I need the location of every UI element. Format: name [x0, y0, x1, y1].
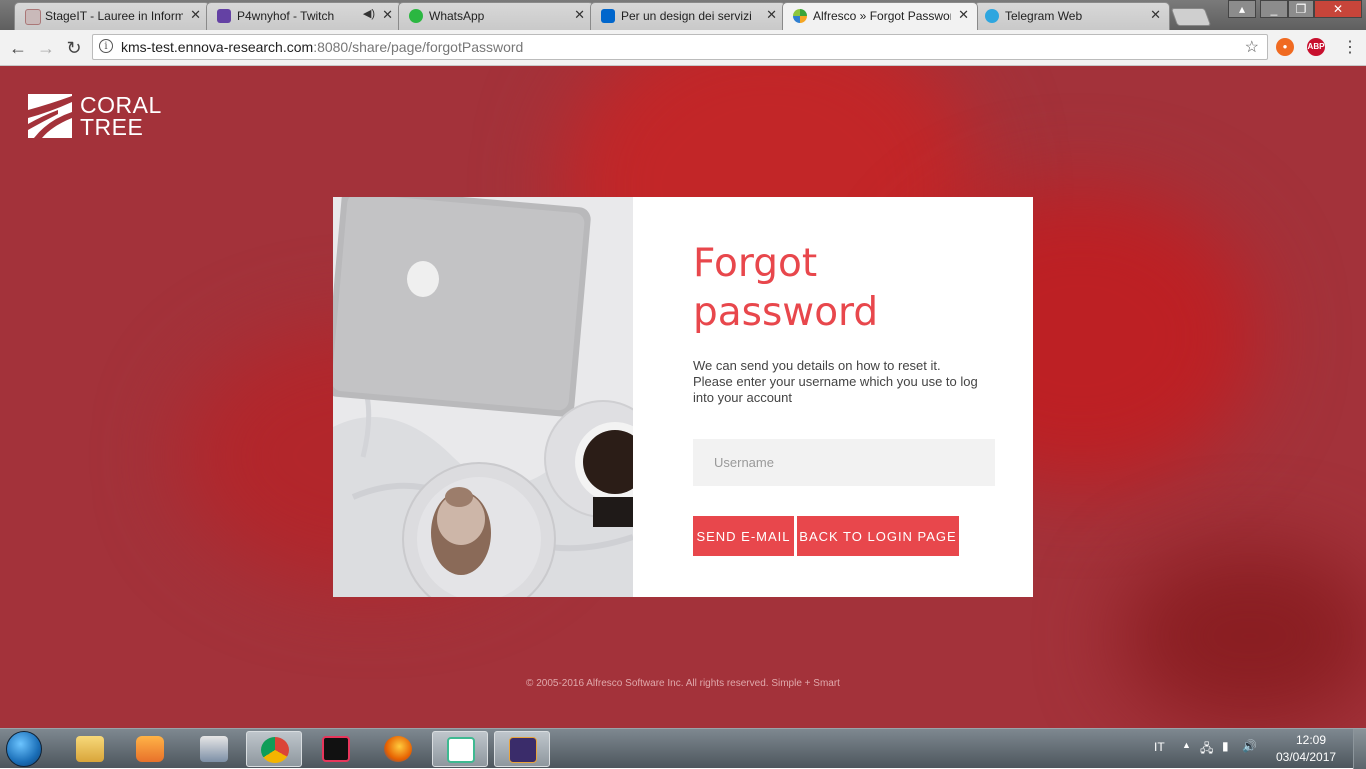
tab-title: Per un design dei servizi	[621, 9, 752, 23]
speaker-icon[interactable]: ◀)	[363, 7, 375, 20]
close-window-icon[interactable]: ✕	[1314, 0, 1362, 18]
maximize-icon[interactable]: ❐	[1288, 0, 1314, 18]
twitch-icon	[217, 9, 231, 23]
logo-line-1: CORAL	[80, 92, 162, 118]
media-player-icon	[136, 736, 164, 762]
instructions-line-2: Please enter your username which you use…	[693, 374, 978, 389]
laptop-coffee-cake-illustration	[333, 197, 633, 597]
page-viewport: CORAL TREE Forgot password We can send y…	[0, 66, 1366, 728]
tab-telegram[interactable]: Telegram Web ✕	[974, 2, 1170, 30]
close-icon[interactable]: ✕	[574, 7, 585, 23]
system-tray: IT ▲ 🖧 ▮ 🔊 12:09 03/04/2017	[1146, 729, 1366, 769]
close-icon[interactable]: ✕	[1150, 7, 1161, 23]
footer-copyright: © 2005-2016 Alfresco Software Inc. All r…	[526, 678, 840, 689]
clock-time[interactable]: 12:09	[1296, 733, 1326, 747]
show-desktop-button[interactable]	[1353, 729, 1366, 769]
taskbar-chrome[interactable]	[246, 731, 302, 767]
back-icon[interactable]: ←	[6, 36, 30, 60]
address-bar[interactable]: i kms-test.ennova-research.com:8080/shar…	[92, 34, 1268, 60]
italia-icon	[601, 9, 615, 23]
network-tool-icon	[200, 736, 228, 762]
taskbar-network-tool[interactable]	[186, 731, 242, 767]
browser-tab-strip: StageIT - Lauree in Informatica ✕ P4wnyh…	[0, 0, 1366, 30]
extension-icon[interactable]: ●	[1276, 38, 1294, 56]
bookmark-star-icon[interactable]: ☆	[1245, 37, 1259, 57]
firefox-icon	[384, 736, 412, 762]
adblock-plus-icon[interactable]: ABP	[1307, 38, 1325, 56]
tab-stageit[interactable]: StageIT - Lauree in Informatica ✕	[14, 2, 210, 30]
volume-icon[interactable]: 🔊	[1242, 739, 1257, 753]
language-indicator[interactable]: IT	[1154, 740, 1165, 754]
username-input[interactable]	[693, 439, 995, 486]
tab-title: StageIT - Lauree in Informatica	[45, 9, 183, 23]
title-line-2: password	[693, 290, 879, 335]
chrome-icon	[261, 737, 289, 763]
url-text: kms-test.ennova-research.com:8080/share/…	[121, 39, 523, 55]
info-icon[interactable]: i	[99, 39, 113, 53]
close-icon[interactable]: ✕	[766, 7, 777, 23]
close-icon[interactable]: ✕	[958, 7, 969, 23]
instructions-line-1: We can send you details on how to reset …	[693, 358, 941, 373]
windows-taskbar: IT ▲ 🖧 ▮ 🔊 12:09 03/04/2017	[0, 728, 1366, 769]
tab-title: P4wnyhof - Twitch	[237, 9, 335, 23]
show-hidden-icons-icon[interactable]: ▲	[1182, 740, 1191, 750]
page-title: Forgot password	[693, 239, 995, 337]
send-email-button[interactable]: SEND E-MAIL	[693, 516, 794, 556]
whatsapp-icon	[409, 9, 423, 23]
reload-icon[interactable]: ↻	[62, 36, 86, 60]
url-host: kms-test.ennova-research.com	[121, 39, 314, 55]
file-explorer-icon	[76, 736, 104, 762]
browser-toolbar: ← → ↻ i kms-test.ennova-research.com:808…	[0, 30, 1366, 66]
menu-icon[interactable]: ⋮	[1338, 36, 1362, 60]
logo-text: CORAL TREE	[80, 92, 162, 140]
start-button[interactable]	[6, 731, 42, 767]
stageit-icon	[25, 9, 41, 25]
forgot-password-card: Forgot password We can send you details …	[333, 197, 1033, 597]
tab-whatsapp[interactable]: WhatsApp ✕	[398, 2, 594, 30]
forward-icon[interactable]: →	[34, 36, 58, 60]
decorative-photo	[333, 197, 633, 597]
taskbar-firefox[interactable]	[370, 731, 426, 767]
intellij-icon	[322, 736, 350, 762]
java-ee-ide-icon	[509, 737, 537, 763]
url-path: :8080/share/page/forgotPassword	[313, 39, 524, 55]
tab-design-servizi[interactable]: Per un design dei servizi ✕	[590, 2, 786, 30]
clock-date[interactable]: 03/04/2017	[1276, 750, 1336, 764]
close-icon[interactable]: ✕	[190, 7, 201, 23]
tab-title: WhatsApp	[429, 9, 485, 23]
tab-twitch[interactable]: P4wnyhof - Twitch ◀) ✕	[206, 2, 402, 30]
coral-tree-logo: CORAL TREE	[28, 94, 161, 140]
taskbar-intellij[interactable]	[308, 731, 364, 767]
power-icon[interactable]: ▮	[1222, 739, 1229, 753]
alfresco-icon	[793, 9, 807, 23]
taskbar-file-explorer[interactable]	[62, 731, 118, 767]
coral-tree-logo-mark	[28, 94, 72, 138]
network-icon[interactable]: 🖧	[1200, 739, 1213, 760]
taskbar-media-player[interactable]	[122, 731, 178, 767]
tab-title: Alfresco » Forgot Password	[813, 9, 951, 23]
user-icon[interactable]: ▴	[1228, 0, 1256, 18]
new-tab-button[interactable]	[1170, 8, 1212, 26]
slack-icon	[447, 737, 475, 763]
instructions-text: We can send you details on how to reset …	[693, 358, 995, 406]
background-flower	[1120, 546, 1366, 726]
tab-alfresco[interactable]: Alfresco » Forgot Password ✕	[782, 2, 978, 30]
back-to-login-button[interactable]: BACK TO LOGIN PAGE	[797, 516, 959, 556]
minimize-icon[interactable]: _	[1260, 0, 1288, 18]
tab-title: Telegram Web	[1005, 9, 1083, 23]
title-line-1: Forgot	[693, 241, 818, 286]
logo-line-2: TREE	[80, 114, 144, 140]
telegram-icon	[985, 9, 999, 23]
taskbar-slack[interactable]	[432, 731, 488, 767]
instructions-line-3: into your account	[693, 390, 793, 405]
taskbar-java-ee-ide[interactable]	[494, 731, 550, 767]
close-icon[interactable]: ✕	[382, 7, 393, 23]
